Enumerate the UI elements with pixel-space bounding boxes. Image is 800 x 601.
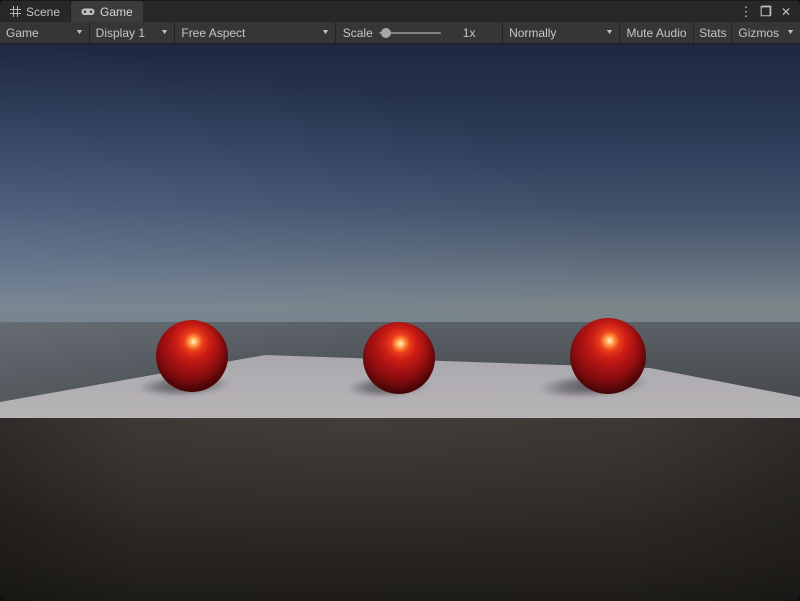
stats-label: Stats xyxy=(699,26,726,40)
tab-label: Scene xyxy=(26,5,60,19)
sky-gradient xyxy=(0,44,800,323)
chevron-down-icon: ▼ xyxy=(786,29,795,36)
scale-control: Scale 1x xyxy=(336,22,502,43)
kebab-menu-icon: ⋮ xyxy=(740,5,753,18)
display-dropdown-label: Display 1 xyxy=(96,26,145,40)
tabbar-spacer xyxy=(143,1,738,22)
game-view-dropdown-label: Game xyxy=(6,26,39,40)
gamepad-icon xyxy=(81,7,95,17)
window-controls: ⋮ ❒ ✕ xyxy=(738,1,800,22)
aspect-ratio-dropdown[interactable]: Free Aspect ▼ xyxy=(175,22,334,43)
tab-scene[interactable]: Scene xyxy=(0,1,71,22)
chevron-down-icon: ▼ xyxy=(160,29,169,36)
gizmos-dropdown[interactable]: Gizmos ▼ xyxy=(732,22,800,43)
tab-game[interactable]: Game xyxy=(71,1,143,22)
scale-slider-knob[interactable] xyxy=(381,28,391,38)
chevron-down-icon: ▼ xyxy=(75,29,84,36)
tab-label: Game xyxy=(100,5,133,19)
gizmos-dropdown-label: Gizmos xyxy=(738,26,779,40)
maximize-icon: ❒ xyxy=(760,5,772,18)
mute-audio-button[interactable]: Mute Audio xyxy=(620,22,694,43)
aspect-dropdown-label: Free Aspect xyxy=(181,26,245,40)
stats-button[interactable]: Stats xyxy=(694,22,731,43)
unity-game-window: Scene Game ⋮ ❒ ✕ xyxy=(0,0,800,601)
play-mode-dropdown-label: Normally xyxy=(509,26,556,40)
more-menu-button[interactable]: ⋮ xyxy=(738,4,754,20)
red-sphere xyxy=(156,320,228,392)
chevron-down-icon: ▼ xyxy=(321,29,330,36)
chevron-down-icon: ▼ xyxy=(605,29,614,36)
game-render-viewport[interactable] xyxy=(0,44,800,601)
close-button[interactable]: ✕ xyxy=(778,4,794,20)
scale-value: 1x xyxy=(463,26,476,40)
red-sphere xyxy=(570,318,646,394)
game-view-toolbar: Game ▼ Display 1 ▼ Free Aspect ▼ Scale 1… xyxy=(0,22,800,44)
scale-slider[interactable] xyxy=(379,27,457,39)
red-sphere xyxy=(363,322,435,394)
game-view-dropdown[interactable]: Game ▼ xyxy=(0,22,89,43)
close-icon: ✕ xyxy=(781,6,791,18)
play-mode-dropdown[interactable]: Normally ▼ xyxy=(503,22,619,43)
mute-audio-label: Mute Audio xyxy=(627,26,687,40)
scale-label: Scale xyxy=(343,26,373,40)
grid-icon xyxy=(10,6,21,17)
maximize-button[interactable]: ❒ xyxy=(758,4,774,20)
foreground-ground xyxy=(0,418,800,601)
display-dropdown[interactable]: Display 1 ▼ xyxy=(90,22,175,43)
tab-bar: Scene Game ⋮ ❒ ✕ xyxy=(0,0,800,22)
